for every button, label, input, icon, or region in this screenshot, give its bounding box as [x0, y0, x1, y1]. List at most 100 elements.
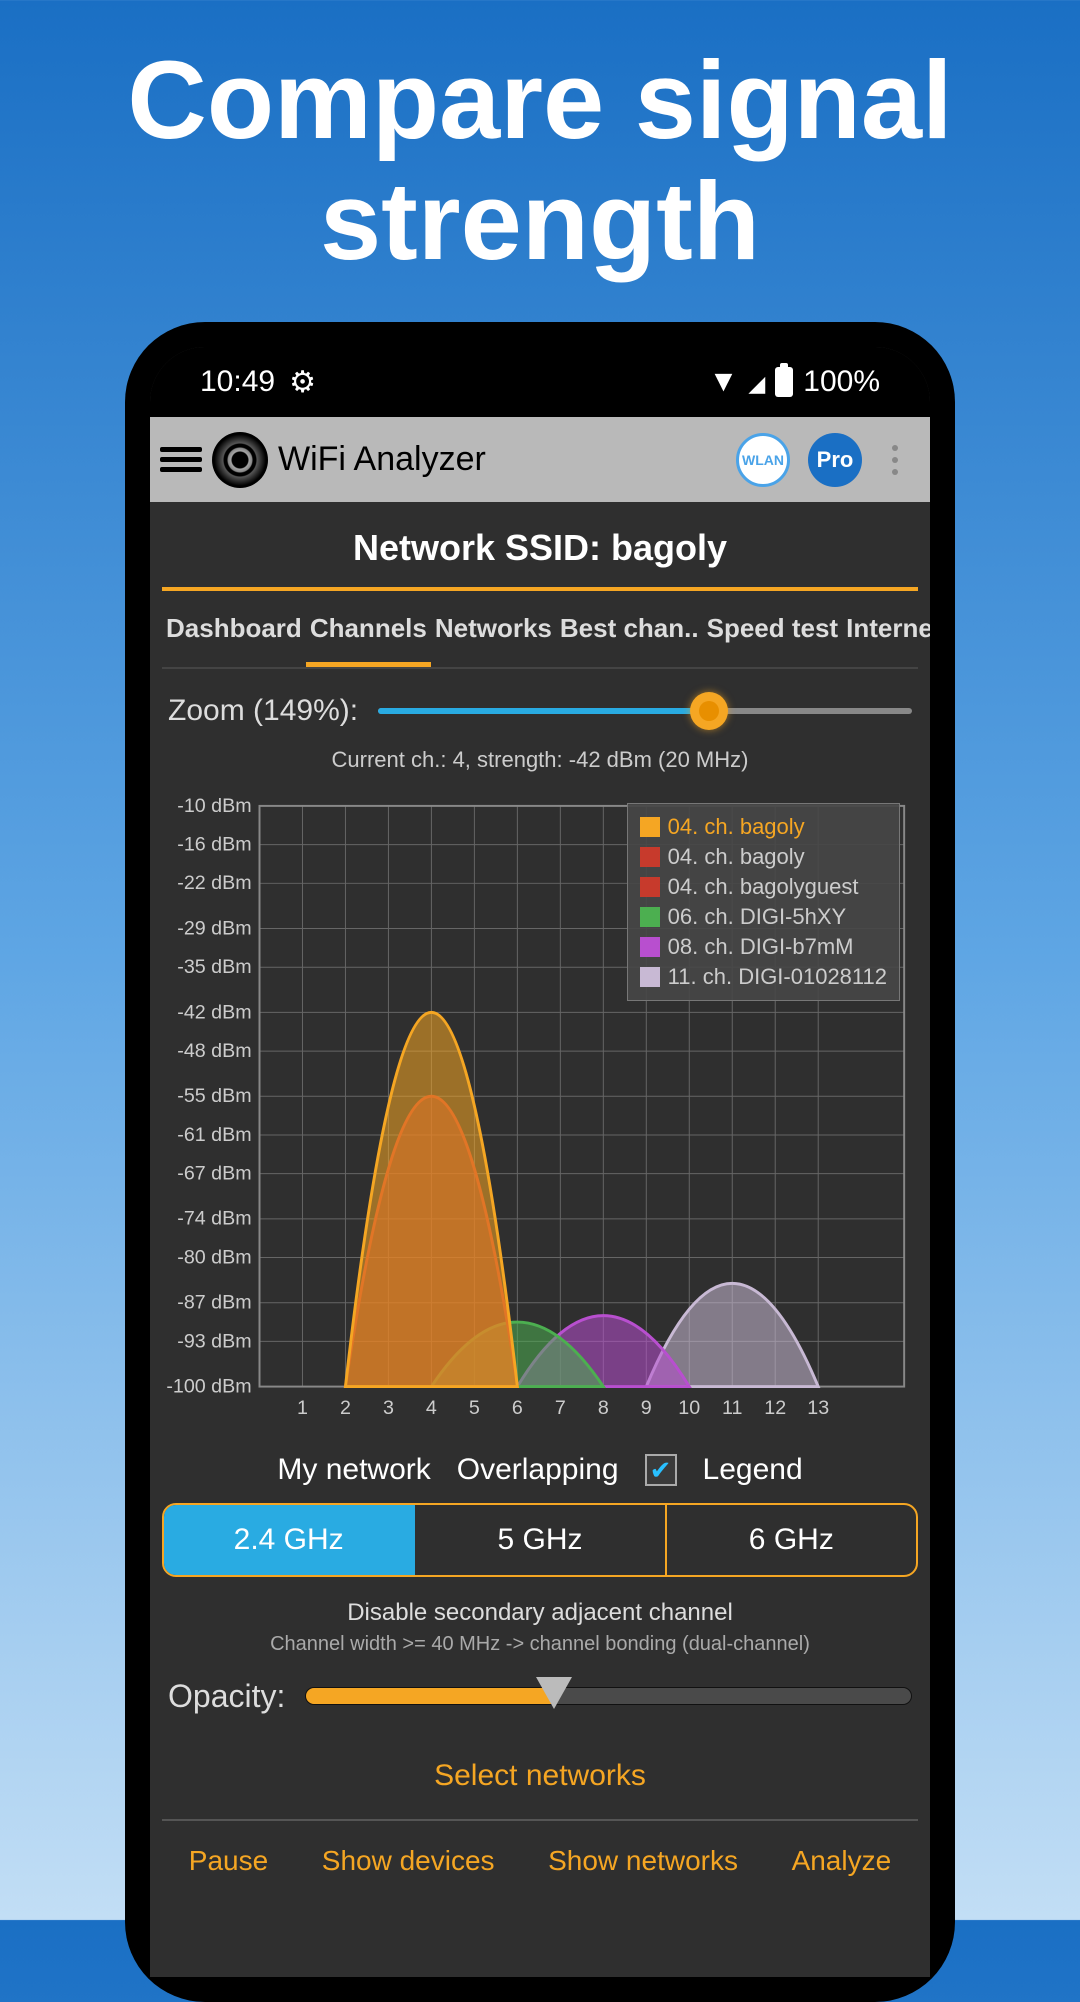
- legend-item: 04. ch. bagoly: [640, 842, 887, 872]
- legend-label: 08. ch. DIGI-b7mM: [668, 934, 854, 960]
- legend-checkbox[interactable]: ✔: [645, 1454, 677, 1486]
- band-tab-6ghz[interactable]: 6 GHz: [667, 1505, 916, 1575]
- legend-label: 04. ch. bagolyguest: [668, 874, 859, 900]
- chart-caption: Current ch.: 4, strength: -42 dBm (20 MH…: [162, 741, 918, 781]
- chart-toggle-row: My network Overlapping ✔ Legend: [162, 1441, 918, 1503]
- bottom-actions: Pause Show devices Show networks Analyze: [162, 1821, 918, 1877]
- legend-label: 06. ch. DIGI-5hXY: [668, 904, 847, 930]
- toggle-overlapping[interactable]: Overlapping: [457, 1453, 619, 1487]
- wifi-icon: ▼: [709, 365, 739, 399]
- hamburger-menu-icon[interactable]: [160, 442, 202, 477]
- battery-icon: [775, 367, 793, 397]
- action-show-networks[interactable]: Show networks: [548, 1845, 738, 1877]
- hint-line1: Disable secondary adjacent channel: [162, 1599, 918, 1627]
- tab-bar: DashboardChannelsNetworksBest chan..Spee…: [162, 595, 918, 669]
- zoom-label: Zoom (149%):: [168, 694, 358, 728]
- opacity-label: Opacity:: [168, 1678, 285, 1715]
- hero-line1: Compare signal: [0, 40, 1080, 161]
- legend-label: 04. ch. bagoly: [668, 814, 805, 840]
- svg-text:7: 7: [555, 1397, 566, 1419]
- svg-text:-67 dBm: -67 dBm: [177, 1163, 251, 1185]
- legend-swatch: [640, 817, 660, 837]
- select-networks-link[interactable]: Select networks: [162, 1733, 918, 1819]
- svg-text:12: 12: [764, 1397, 786, 1419]
- svg-text:4: 4: [426, 1397, 437, 1419]
- screen: 10:49 ▼ 100% WiFi Analyzer WLAN Pro Netw…: [150, 347, 930, 1977]
- svg-text:-80 dBm: -80 dBm: [177, 1246, 251, 1268]
- hero-line2: strength: [0, 161, 1080, 282]
- tab-dashboard[interactable]: Dashboard: [162, 595, 306, 667]
- svg-text:-55 dBm: -55 dBm: [177, 1085, 251, 1107]
- band-tab-24ghz[interactable]: 2.4 GHz: [164, 1505, 415, 1575]
- svg-text:-48 dBm: -48 dBm: [177, 1040, 251, 1062]
- svg-text:-16 dBm: -16 dBm: [177, 834, 251, 856]
- legend-swatch: [640, 937, 660, 957]
- svg-text:9: 9: [641, 1397, 652, 1419]
- tab-internet[interactable]: Internet: [842, 595, 930, 667]
- action-analyze[interactable]: Analyze: [792, 1845, 892, 1877]
- svg-text:-10 dBm: -10 dBm: [177, 795, 251, 817]
- svg-text:2: 2: [340, 1397, 351, 1419]
- action-pause[interactable]: Pause: [189, 1845, 268, 1877]
- svg-text:11: 11: [722, 1397, 742, 1419]
- svg-text:-22 dBm: -22 dBm: [177, 872, 251, 894]
- status-bar: 10:49 ▼ 100%: [150, 347, 930, 417]
- legend-item: 11. ch. DIGI-01028112: [640, 962, 887, 992]
- svg-text:-100 dBm: -100 dBm: [166, 1375, 251, 1397]
- signal-icon: [748, 365, 765, 399]
- tab-networks[interactable]: Networks: [431, 595, 556, 667]
- legend-swatch: [640, 877, 660, 897]
- svg-text:3: 3: [383, 1397, 394, 1419]
- status-time: 10:49: [200, 365, 275, 399]
- tab-best-chan-[interactable]: Best chan..: [556, 595, 703, 667]
- svg-text:-87 dBm: -87 dBm: [177, 1292, 251, 1314]
- status-battery: 100%: [803, 365, 880, 399]
- app-title: WiFi Analyzer: [278, 440, 726, 479]
- tab-speed-test[interactable]: Speed test: [703, 595, 843, 667]
- legend-label: 04. ch. bagoly: [668, 844, 805, 870]
- svg-text:-74 dBm: -74 dBm: [177, 1208, 251, 1230]
- tab-channels[interactable]: Channels: [306, 595, 431, 667]
- gear-icon: [289, 365, 316, 400]
- chart: -10 dBm -16 dBm -22 dBm -29 dBm -35 dBm -42 d…: [162, 781, 918, 1441]
- legend-swatch: [640, 847, 660, 867]
- network-ssid-title: Network SSID: bagoly: [162, 502, 918, 587]
- svg-text:6: 6: [512, 1397, 523, 1419]
- toggle-my-network[interactable]: My network: [277, 1453, 430, 1487]
- band-tabs: 2.4 GHz5 GHz6 GHz: [162, 1503, 918, 1577]
- app-bar: WiFi Analyzer WLAN Pro: [150, 417, 930, 502]
- hint-line2: Channel width >= 40 MHz -> channel bondi…: [162, 1627, 918, 1656]
- svg-text:10: 10: [678, 1397, 700, 1419]
- legend-item: 06. ch. DIGI-5hXY: [640, 902, 887, 932]
- svg-text:5: 5: [469, 1397, 480, 1419]
- legend-item: 04. ch. bagoly: [640, 812, 887, 842]
- zoom-slider[interactable]: [378, 691, 912, 731]
- legend-item: 08. ch. DIGI-b7mM: [640, 932, 887, 962]
- action-show-devices[interactable]: Show devices: [322, 1845, 495, 1877]
- phone-frame: 10:49 ▼ 100% WiFi Analyzer WLAN Pro Netw…: [125, 322, 955, 2002]
- svg-text:-61 dBm: -61 dBm: [177, 1124, 251, 1146]
- legend-swatch: [640, 967, 660, 987]
- pro-button[interactable]: Pro: [808, 433, 862, 487]
- svg-text:-29 dBm: -29 dBm: [177, 917, 251, 939]
- svg-text:-42 dBm: -42 dBm: [177, 1001, 251, 1023]
- svg-text:-93 dBm: -93 dBm: [177, 1330, 251, 1352]
- chart-legend: 04. ch. bagoly 04. ch. bagoly 04. ch. bago…: [627, 803, 900, 1001]
- legend-item: 04. ch. bagolyguest: [640, 872, 887, 902]
- legend-label: 11. ch. DIGI-01028112: [668, 964, 887, 990]
- app-logo-icon: [212, 432, 268, 488]
- channel-hints: Disable secondary adjacent channel Chann…: [162, 1577, 918, 1666]
- svg-text:1: 1: [297, 1397, 308, 1419]
- svg-text:8: 8: [598, 1397, 609, 1419]
- content-area: Network SSID: bagoly DashboardChannelsNe…: [150, 502, 930, 1977]
- zoom-row: Zoom (149%):: [162, 669, 918, 741]
- overflow-menu-icon[interactable]: [880, 445, 910, 475]
- hero-title: Compare signal strength: [0, 0, 1080, 282]
- band-tab-5ghz[interactable]: 5 GHz: [415, 1505, 666, 1575]
- toggle-legend-label: Legend: [703, 1453, 803, 1487]
- svg-text:-35 dBm: -35 dBm: [177, 956, 251, 978]
- opacity-slider[interactable]: [305, 1687, 912, 1707]
- wlan-button[interactable]: WLAN: [736, 433, 790, 487]
- divider: [162, 587, 918, 591]
- opacity-row: Opacity:: [162, 1666, 918, 1733]
